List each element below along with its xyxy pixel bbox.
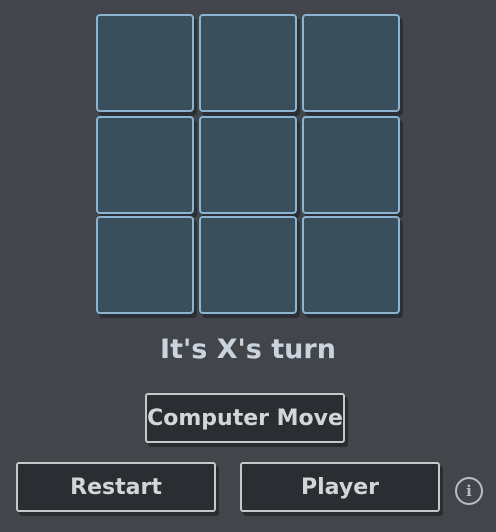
restart-button[interactable]: Restart (16, 462, 216, 512)
board-cell-4[interactable] (96, 116, 194, 214)
board-cell-1[interactable] (96, 14, 194, 112)
computer-move-button[interactable]: Computer Move (145, 393, 345, 443)
turn-status: It's X's turn (160, 334, 336, 365)
board-cell-2[interactable] (199, 14, 297, 112)
board-cell-6[interactable] (302, 116, 400, 214)
info-icon-glyph: i (466, 482, 472, 500)
board-cell-9[interactable] (302, 216, 400, 314)
info-icon[interactable]: i (455, 477, 483, 505)
board-cell-5[interactable] (199, 116, 297, 214)
game-board (96, 14, 406, 318)
board-cell-3[interactable] (302, 14, 400, 112)
player-button[interactable]: Player (240, 462, 440, 512)
board-cell-8[interactable] (199, 216, 297, 314)
board-cell-7[interactable] (96, 216, 194, 314)
